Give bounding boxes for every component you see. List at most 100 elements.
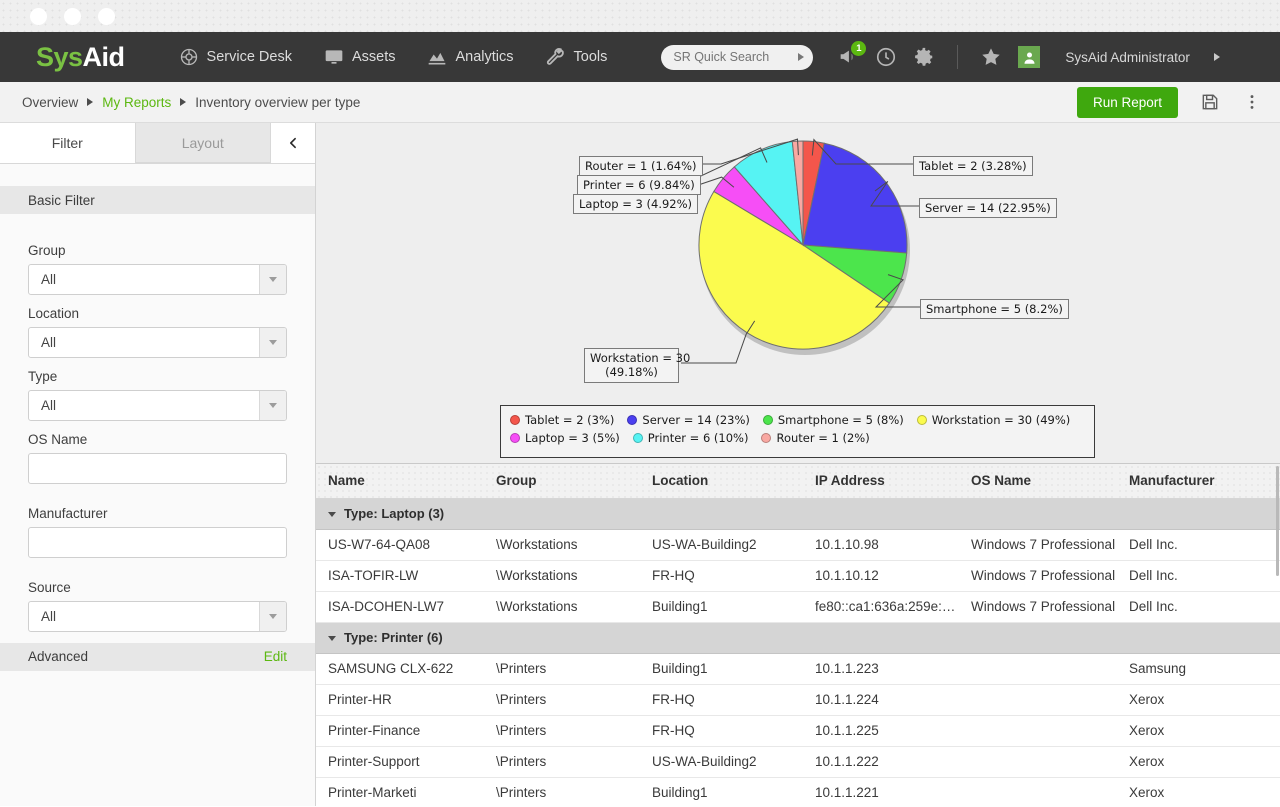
nav-item-label: Service Desk <box>207 49 292 65</box>
assets-table-container[interactable]: Name Group Location IP Address OS Name M… <box>316 464 1280 806</box>
chevron-down-icon <box>259 265 286 294</box>
user-menu-caret-icon[interactable] <box>1214 53 1220 61</box>
table-cell-location: Building1 <box>640 591 803 622</box>
table-cell-location: FR-HQ <box>640 560 803 591</box>
legend-label: Workstation = 30 (49%) <box>932 413 1070 427</box>
column-header-location[interactable]: Location <box>640 464 803 498</box>
table-cell-group: \Printers <box>484 777 640 806</box>
search-submit-arrow-icon[interactable] <box>798 53 804 61</box>
column-header-group[interactable]: Group <box>484 464 640 498</box>
callout-workstation: Workstation = 30 (49.18%) <box>584 348 679 383</box>
user-name-label[interactable]: SysAid Administrator <box>1065 50 1190 65</box>
breadcrumb-separator-icon <box>180 98 186 106</box>
table-cell-group: \Workstations <box>484 529 640 560</box>
table-scrollbar-thumb[interactable] <box>1276 466 1279 576</box>
legend-item-printer[interactable]: Printer = 6 (10%) <box>633 431 749 445</box>
source-select[interactable]: All <box>28 601 287 632</box>
table-row[interactable]: SAMSUNG CLX-622\PrintersBuilding110.1.1.… <box>316 653 1280 684</box>
type-select[interactable]: All <box>28 390 287 421</box>
run-report-button[interactable]: Run Report <box>1077 87 1178 118</box>
callout-workstation-line2: (49.18%) <box>590 365 673 379</box>
chevron-down-icon <box>259 328 286 357</box>
breadcrumb-bar: Overview My Reports Inventory overview p… <box>0 82 1280 123</box>
table-cell-os-name <box>959 653 1117 684</box>
report-content: Router = 1 (1.64%) Printer = 6 (9.84%) L… <box>316 123 1280 806</box>
nav-item-service-desk[interactable]: Service Desk <box>179 47 292 67</box>
caret-down-icon[interactable] <box>328 512 336 517</box>
sidebar-footer-space <box>0 671 315 806</box>
sidebar-collapse-button[interactable] <box>270 123 315 163</box>
table-row[interactable]: Printer-Finance\PrintersFR-HQ10.1.1.225X… <box>316 715 1280 746</box>
save-icon[interactable] <box>1200 92 1220 112</box>
legend-item-laptop[interactable]: Laptop = 3 (5%) <box>510 431 620 445</box>
chart-icon <box>427 47 447 67</box>
clock-icon[interactable] <box>875 46 897 68</box>
legend-swatch-printer <box>633 433 643 443</box>
legend-item-server[interactable]: Server = 14 (23%) <box>627 413 749 427</box>
gear-icon[interactable] <box>913 46 935 68</box>
tab-filter[interactable]: Filter <box>0 123 135 163</box>
filter-sidebar: Filter Layout Basic Filter Group All Loc… <box>0 123 316 806</box>
table-cell-manufacturer: Xerox <box>1117 777 1277 806</box>
table-row[interactable]: Printer-HR\PrintersFR-HQ10.1.1.224Xerox <box>316 684 1280 715</box>
star-icon[interactable] <box>980 46 1002 68</box>
search-input[interactable] <box>661 45 813 70</box>
window-chrome <box>0 0 1280 32</box>
table-row[interactable]: US-W7-64-QA08\WorkstationsUS-WA-Building… <box>316 529 1280 560</box>
table-cell-os-name <box>959 746 1117 777</box>
location-select[interactable]: All <box>28 327 287 358</box>
breadcrumb-overview[interactable]: Overview <box>22 95 78 110</box>
nav-item-assets[interactable]: Assets <box>324 47 396 67</box>
table-row[interactable]: ISA-DCOHEN-LW7\WorkstationsBuilding1fe80… <box>316 591 1280 622</box>
advanced-label: Advanced <box>28 649 88 664</box>
table-row[interactable]: Printer-Support\PrintersUS-WA-Building21… <box>316 746 1280 777</box>
table-cell-ip-address: 10.1.10.12 <box>803 560 959 591</box>
manufacturer-input[interactable] <box>28 527 287 558</box>
sidebar-tabs: Filter Layout <box>0 123 315 164</box>
search-container <box>661 45 813 70</box>
table-cell-os-name: Windows 7 Professional <box>959 529 1117 560</box>
legend-label: Laptop = 3 (5%) <box>525 431 620 445</box>
tab-layout[interactable]: Layout <box>135 123 271 163</box>
caret-down-icon[interactable] <box>328 636 336 641</box>
legend-item-router[interactable]: Router = 1 (2%) <box>761 431 869 445</box>
table-row[interactable]: Printer-Marketi\PrintersBuilding110.1.1.… <box>316 777 1280 806</box>
table-row[interactable]: ISA-TOFIR-LW\WorkstationsFR-HQ10.1.10.12… <box>316 560 1280 591</box>
window-dot-1[interactable] <box>30 8 47 25</box>
nav-item-analytics[interactable]: Analytics <box>427 47 513 67</box>
advanced-edit-link[interactable]: Edit <box>264 649 287 664</box>
table-cell-location: FR-HQ <box>640 684 803 715</box>
column-header-ip-address[interactable]: IP Address <box>803 464 959 498</box>
table-cell-manufacturer: Xerox <box>1117 715 1277 746</box>
page-title: Inventory overview per type <box>195 95 360 110</box>
avatar[interactable] <box>1018 46 1040 68</box>
breadcrumb-my-reports[interactable]: My Reports <box>102 95 171 110</box>
window-dot-3[interactable] <box>98 8 115 25</box>
column-header-manufacturer[interactable]: Manufacturer <box>1117 464 1277 498</box>
more-vertical-icon[interactable] <box>1242 92 1262 112</box>
table-group-header-row[interactable]: Type: Printer (6) <box>316 622 1280 653</box>
sysaid-logo[interactable]: SysAid <box>36 42 125 73</box>
legend-item-smartphone[interactable]: Smartphone = 5 (8%) <box>763 413 904 427</box>
nav-item-tools[interactable]: Tools <box>546 47 608 67</box>
window-dot-2[interactable] <box>64 8 81 25</box>
megaphone-icon[interactable]: 1 <box>837 46 859 68</box>
field-label-manufacturer: Manufacturer <box>28 506 287 521</box>
table-cell-ip-address: fe80::ca1:636a:259e:22… <box>803 591 959 622</box>
legend-item-workstation[interactable]: Workstation = 30 (49%) <box>917 413 1070 427</box>
table-scrollbar[interactable] <box>1276 464 1280 806</box>
nav-icon-group: 1 SysAid Administrator <box>837 45 1220 69</box>
column-header-os-name[interactable]: OS Name <box>959 464 1117 498</box>
legend-label: Printer = 6 (10%) <box>648 431 749 445</box>
os-name-input[interactable] <box>28 453 287 484</box>
table-header: Name Group Location IP Address OS Name M… <box>316 464 1280 498</box>
group-select[interactable]: All <box>28 264 287 295</box>
location-select-value: All <box>29 328 259 357</box>
legend-item-tablet[interactable]: Tablet = 2 (3%) <box>510 413 614 427</box>
table-cell-name: Printer-Marketi <box>316 777 484 806</box>
table-group-header-row[interactable]: Type: Laptop (3) <box>316 498 1280 529</box>
column-header-name[interactable]: Name <box>316 464 484 498</box>
basic-filter-header: Basic Filter <box>0 186 315 214</box>
callout-server: Server = 14 (22.95%) <box>919 198 1057 218</box>
table-cell-manufacturer: Xerox <box>1117 684 1277 715</box>
